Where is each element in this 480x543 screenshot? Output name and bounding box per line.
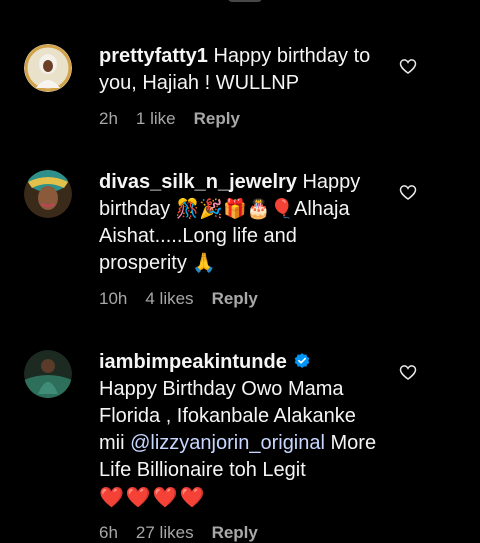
comment-likes[interactable]: 4 likes xyxy=(145,289,193,309)
comment-meta: 6h 27 likes Reply xyxy=(99,523,258,543)
comment-likes[interactable]: 27 likes xyxy=(136,523,194,543)
comment-meta: 2h 1 like Reply xyxy=(99,109,240,129)
comment-time: 10h xyxy=(99,289,128,308)
comment-username[interactable]: iambimpeakintunde xyxy=(99,351,287,373)
party-emojis: 🎊🎉🎁🎂🎈 xyxy=(175,198,295,220)
avatar-image xyxy=(24,350,72,398)
avatar[interactable] xyxy=(24,44,72,92)
comment-meta: 10h 4 likes Reply xyxy=(99,289,258,309)
comment-likes[interactable]: 1 like xyxy=(136,109,176,129)
red-hearts-emoji: ❤️❤️❤️❤️ xyxy=(99,485,207,509)
reply-button[interactable]: Reply xyxy=(212,523,258,543)
mention-link[interactable]: @lizzyanjorin_original xyxy=(130,432,325,454)
comment-time: 6h xyxy=(99,523,118,542)
reply-button[interactable]: Reply xyxy=(194,109,240,129)
comment-username[interactable]: divas_silk_n_jewelry xyxy=(99,171,297,193)
reply-button[interactable]: Reply xyxy=(212,289,258,309)
heart-outline-icon[interactable] xyxy=(398,56,418,76)
comment-username[interactable]: prettyfatty1 xyxy=(99,45,208,67)
comment-body: iambimpeakintunde Happy Birthday Owo Mam… xyxy=(99,349,384,512)
previous-comment-remnant xyxy=(0,0,480,10)
avatar-image xyxy=(24,170,72,218)
heart-outline-icon[interactable] xyxy=(398,182,418,202)
avatar[interactable] xyxy=(24,170,72,218)
heart-outline-icon[interactable] xyxy=(398,362,418,382)
pray-emoji: 🙏 xyxy=(192,252,217,274)
previous-reply-remnant xyxy=(228,0,262,2)
comment-time: 2h xyxy=(99,109,118,128)
avatar[interactable] xyxy=(24,350,72,398)
verified-badge-icon xyxy=(294,353,310,368)
comment-body: prettyfatty1 Happy birthday to you, Haji… xyxy=(99,43,389,97)
comment-body: divas_silk_n_jewelry Happy birthday 🎊🎉🎁🎂… xyxy=(99,169,389,277)
avatar-image xyxy=(24,44,72,92)
